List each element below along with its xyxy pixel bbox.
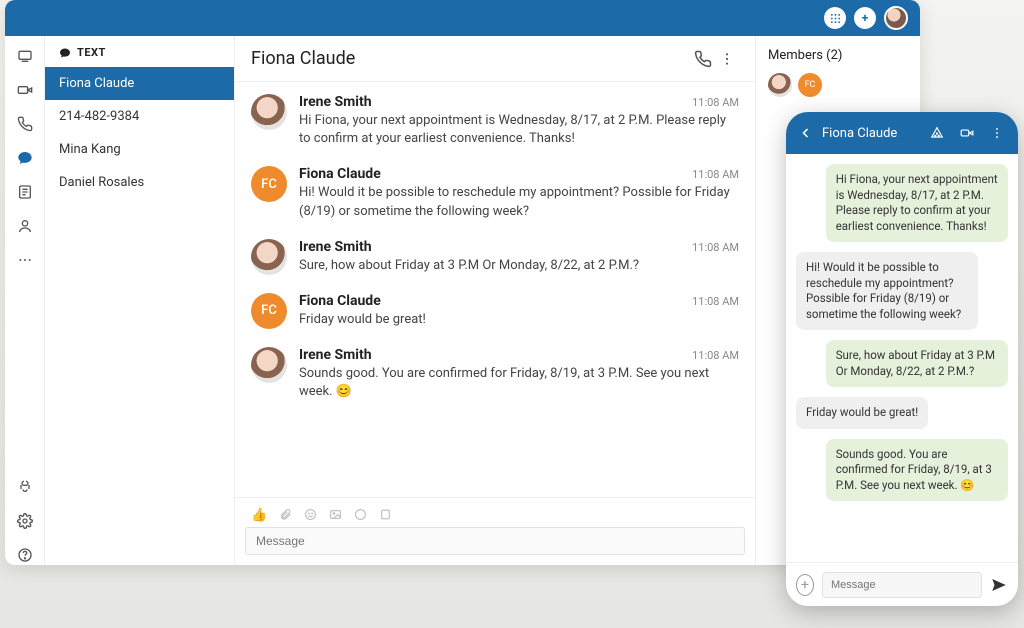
message-time: 11:08 AM [692, 349, 739, 362]
more-icon[interactable] [15, 250, 35, 270]
message-avatar [251, 94, 287, 130]
message-avatar [251, 347, 287, 383]
message-avatar: FC [251, 166, 287, 202]
desktop-messaging-app: + TEXT Fiona Claude214-482-9384Mina K [5, 0, 920, 565]
conversation-item[interactable]: Mina Kang [45, 133, 234, 166]
message-avatar [251, 239, 287, 275]
chat-header: Fiona Claude [235, 36, 755, 82]
emoji-icon[interactable] [304, 508, 317, 523]
contacts-icon[interactable] [15, 216, 35, 236]
attach-icon[interactable] [279, 508, 292, 523]
message-list: Irene Smith 11:08 AM Hi Fiona, your next a… [235, 82, 755, 497]
compose-area: 👍 [235, 497, 755, 565]
member-avatar[interactable]: FC [798, 73, 822, 97]
add-button[interactable]: + [854, 7, 876, 29]
settings-icon[interactable] [15, 511, 35, 531]
profile-avatar[interactable] [884, 6, 908, 30]
message-text: Hi! Would it be possible to reschedule m… [299, 184, 739, 220]
mobile-compose-input[interactable] [822, 572, 982, 598]
gif-icon[interactable] [354, 508, 367, 523]
message-time: 11:08 AM [692, 96, 739, 109]
mobile-message-list: Hi Fiona, your next appointment is Wedne… [786, 154, 1018, 562]
conversation-item[interactable]: Daniel Rosales [45, 166, 234, 199]
image-icon[interactable] [329, 508, 342, 523]
conversation-section-label: TEXT [77, 46, 106, 59]
message-row: FC Fiona Claude 11:08 AM Friday would be gr… [251, 293, 739, 329]
message-sender: Irene Smith [299, 239, 372, 255]
nav-rail [5, 36, 45, 565]
help-icon[interactable] [15, 545, 35, 565]
message-row: Irene Smith 11:08 AM Sounds good. You are … [251, 347, 739, 401]
mobile-send-button[interactable] [990, 576, 1008, 594]
app-top-bar: + [5, 0, 920, 36]
note-icon[interactable] [379, 508, 392, 523]
compose-toolbar: 👍 [245, 504, 745, 527]
mobile-message-bubble: Hi Fiona, your next appointment is Wedne… [826, 164, 1008, 242]
mobile-more-icon[interactable] [990, 126, 1004, 140]
mobile-message-bubble: Sounds good. You are confirmed for Frida… [826, 439, 1008, 502]
members-title: Members (2) [768, 48, 908, 63]
video-icon[interactable] [15, 80, 35, 100]
message-row: Irene Smith 11:08 AM Hi Fiona, your next a… [251, 94, 739, 148]
chat-icon[interactable] [15, 148, 35, 168]
members-icon[interactable] [930, 126, 944, 140]
apps-icon[interactable] [15, 477, 35, 497]
conversation-item[interactable]: Fiona Claude [45, 67, 234, 100]
message-text: Sounds good. You are confirmed for Frida… [299, 365, 739, 401]
members-avatar-row: FC [768, 73, 908, 97]
message-sender: Fiona Claude [299, 166, 381, 182]
message-row: Irene Smith 11:08 AM Sure, how about Frida… [251, 239, 739, 275]
compose-input[interactable] [245, 527, 745, 555]
chat-title: Fiona Claude [251, 48, 691, 69]
message-sender: Irene Smith [299, 347, 372, 363]
message-text: Friday would be great! [299, 311, 739, 329]
conversation-section-header: TEXT [45, 36, 234, 67]
mobile-message-bubble: Friday would be great! [796, 397, 928, 429]
messages-icon[interactable] [15, 46, 35, 66]
chat-pane: Fiona Claude Irene Smith 11:08 AM Hi Fiona… [235, 36, 755, 565]
tasks-icon[interactable] [15, 182, 35, 202]
mobile-message-bubble: Sure, how about Friday at 3 P.M Or Monda… [826, 340, 1008, 387]
message-time: 11:08 AM [692, 241, 739, 254]
message-time: 11:08 AM [692, 295, 739, 308]
mobile-video-icon[interactable] [960, 126, 974, 140]
dialpad-button[interactable] [824, 7, 846, 29]
mobile-compose: + [786, 562, 1018, 606]
back-button[interactable] [800, 127, 812, 139]
mobile-chat-title: Fiona Claude [822, 126, 914, 141]
call-button[interactable] [691, 47, 715, 71]
chat-bubble-icon [59, 47, 71, 59]
message-text: Sure, how about Friday at 3 P.M Or Monda… [299, 257, 739, 275]
message-time: 11:08 AM [692, 168, 739, 181]
mobile-message-bubble: Hi! Would it be possible to reschedule m… [796, 252, 978, 330]
conversation-item[interactable]: 214-482-9384 [45, 100, 234, 133]
mobile-attach-button[interactable]: + [796, 574, 814, 596]
mobile-header: Fiona Claude [786, 112, 1018, 154]
message-text: Hi Fiona, your next appointment is Wedne… [299, 112, 739, 148]
thumbs-up-icon[interactable]: 👍 [251, 508, 267, 523]
mobile-messaging-app: Fiona Claude Hi Fiona, your next appoint… [786, 112, 1018, 606]
phone-icon[interactable] [15, 114, 35, 134]
conversation-list: TEXT Fiona Claude214-482-9384Mina KangDa… [45, 36, 235, 565]
main-row: TEXT Fiona Claude214-482-9384Mina KangDa… [5, 36, 920, 565]
member-avatar[interactable] [768, 73, 792, 97]
message-avatar: FC [251, 293, 287, 329]
message-sender: Fiona Claude [299, 293, 381, 309]
chat-more-button[interactable] [715, 47, 739, 71]
message-row: FC Fiona Claude 11:08 AM Hi! Would it be po… [251, 166, 739, 220]
message-sender: Irene Smith [299, 94, 372, 110]
